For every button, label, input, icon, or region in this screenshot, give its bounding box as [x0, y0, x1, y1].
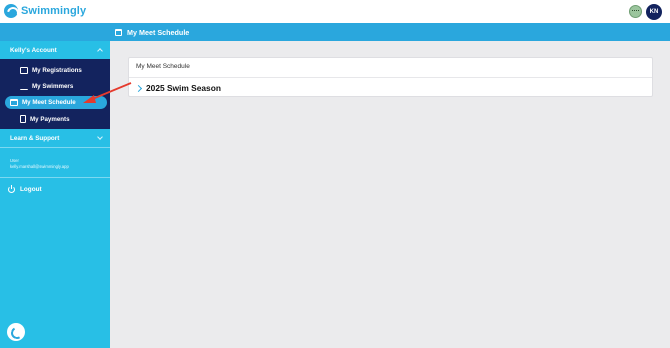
sidebar-item-label: My Registrations [32, 66, 82, 74]
account-menu: My Registrations My Swimmers My Meet Sch… [0, 59, 110, 129]
sidebar-item-label: My Meet Schedule [22, 99, 76, 106]
chevron-down-icon [97, 134, 103, 140]
sidebar-item-swimmers[interactable]: My Swimmers [0, 79, 110, 93]
brand-name: Swimmingly [21, 5, 87, 17]
brand[interactable]: Swimmingly [4, 4, 86, 18]
top-bar: Swimmingly KN [0, 0, 670, 23]
avatar[interactable]: KN [646, 4, 662, 20]
sidebar-item-meet-schedule[interactable]: My Meet Schedule [5, 96, 107, 109]
account-section-title: Kelly's Account [10, 46, 57, 54]
receipt-icon [20, 115, 26, 123]
sidebar-section-learn-support[interactable]: Learn & Support [0, 129, 110, 147]
sidebar-item-label: My Swimmers [32, 82, 74, 90]
sidebar-section-account[interactable]: Kelly's Account [0, 41, 110, 59]
calendar-icon [10, 99, 18, 106]
swimmingly-logo-icon [4, 4, 18, 18]
chat-icon[interactable] [629, 5, 642, 18]
logout-button[interactable]: Logout [8, 184, 68, 195]
sidebar: Kelly's Account My Registrations My Swim… [0, 41, 110, 348]
season-row[interactable]: 2025 Swim Season [134, 81, 236, 95]
chevron-right-icon [134, 84, 143, 92]
power-icon [8, 185, 15, 193]
user-email: kelly.marshall@swimmingly.app [10, 164, 69, 169]
meet-schedule-card: My Meet Schedule 2025 Swim Season [128, 57, 653, 97]
sidebar-header-strip [0, 23, 110, 41]
card-icon [20, 66, 28, 74]
sidebar-item-registrations[interactable]: My Registrations [0, 63, 110, 77]
swimmingly-badge-icon[interactable] [7, 323, 25, 341]
divider [0, 177, 110, 178]
learn-section-title: Learn & Support [10, 134, 60, 142]
season-label: 2025 Swim Season [146, 83, 221, 93]
user-info: User kelly.marshall@swimmingly.app [10, 158, 69, 170]
swimmer-icon [20, 83, 28, 90]
calendar-icon [115, 28, 122, 36]
page-title: My Meet Schedule [127, 27, 190, 37]
divider [0, 147, 110, 148]
sidebar-item-label: My Payments [30, 115, 70, 123]
sidebar-item-payments[interactable]: My Payments [0, 112, 110, 126]
page-header: My Meet Schedule [110, 23, 670, 41]
chevron-up-icon [97, 48, 103, 54]
divider [129, 77, 652, 78]
card-title: My Meet Schedule [136, 63, 190, 70]
logout-label: Logout [20, 186, 42, 193]
